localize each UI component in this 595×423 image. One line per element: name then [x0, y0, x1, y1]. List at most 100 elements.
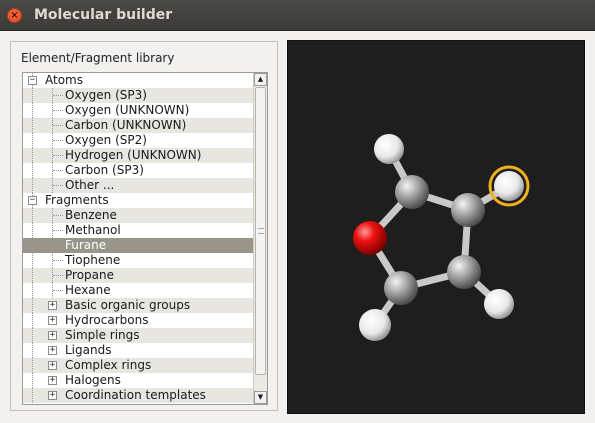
tree-guide-line: [32, 253, 33, 268]
library-tree[interactable]: − Atoms Oxygen (SP3) Oxygen (UNKNOWN) Carbon…: [22, 72, 268, 405]
oxygen-atom[interactable]: [353, 221, 387, 255]
tree-row[interactable]: + Halogens: [23, 373, 254, 388]
tree-row[interactable]: Carbon (UNKNOWN): [23, 118, 254, 133]
tree-row[interactable]: Methanol: [23, 223, 254, 238]
tree-row-label: Fragments: [45, 193, 109, 207]
tree-row[interactable]: Hydrogen (UNKNOWN): [23, 148, 254, 163]
tree-row-label: Hydrogen (UNKNOWN): [65, 148, 202, 162]
tree-guide-line: [32, 178, 33, 193]
tree-guide-line: [32, 283, 33, 298]
tree-guide-line: [32, 343, 33, 358]
tree-row-label: Benzene: [65, 208, 117, 222]
tree-guide-line: [32, 223, 33, 238]
tree-row[interactable]: + Complex rings: [23, 358, 254, 373]
hydrogen-atom-selected[interactable]: [494, 171, 524, 201]
tree-row[interactable]: − Fragments: [23, 193, 254, 208]
tree-row-label: Tiophene: [65, 253, 121, 267]
tree-row[interactable]: Hexane: [23, 283, 254, 298]
tree-guide-line: [53, 290, 63, 291]
tree-guide-line: [53, 110, 63, 111]
tree-guide-line: [53, 155, 63, 156]
tree-row[interactable]: Propane: [23, 268, 254, 283]
tree-row[interactable]: Oxygen (SP3): [23, 88, 254, 103]
tree-row[interactable]: + Coordination templates: [23, 388, 254, 403]
tree-guide-line: [53, 125, 63, 126]
tree-row-label: Oxygen (SP3): [65, 88, 147, 102]
tree-guide-line: [32, 88, 33, 103]
library-panel: Element/Fragment library − Atoms Oxygen (S…: [10, 41, 278, 411]
tree-row-label: Carbon (UNKNOWN): [65, 118, 187, 132]
collapse-icon[interactable]: −: [28, 76, 37, 85]
hydrogen-atom[interactable]: [484, 289, 514, 319]
tree-row-label: Simple rings: [65, 328, 140, 342]
tree-row[interactable]: Carbon (SP3): [23, 163, 254, 178]
title-bar: × Molecular builder: [0, 0, 595, 31]
window-title: Molecular builder: [34, 7, 173, 23]
vertical-scrollbar[interactable]: ▲ ▼: [253, 73, 267, 404]
tree-row[interactable]: + Hydrocarbons: [23, 313, 254, 328]
tree-row-label: Complex rings: [65, 358, 152, 372]
expand-icon[interactable]: +: [48, 316, 57, 325]
grip-icon: [258, 228, 264, 234]
expand-icon[interactable]: +: [48, 301, 57, 310]
tree-guide-line: [53, 185, 63, 186]
tree-guide-line: [32, 163, 33, 178]
tree-guide-line: [53, 170, 63, 171]
tree-guide-line: [32, 118, 33, 133]
hydrogen-atom[interactable]: [359, 309, 391, 341]
tree-guide-line: [32, 103, 33, 118]
tree-row-label: Other ...: [65, 178, 115, 192]
tree-row-label: Ligands: [65, 343, 112, 357]
tree-guide-line: [53, 215, 63, 216]
tree-row[interactable]: − Atoms: [23, 73, 254, 88]
tree-row-label: Methanol: [65, 223, 121, 237]
tree-row[interactable]: + Simple rings: [23, 328, 254, 343]
expand-icon[interactable]: +: [48, 391, 57, 400]
tree-row-label: Oxygen (SP2): [65, 133, 147, 147]
molecule-canvas[interactable]: [288, 41, 584, 413]
tree-row-label: Carbon (SP3): [65, 163, 144, 177]
tree-guide-line: [32, 328, 33, 343]
expand-icon[interactable]: +: [48, 346, 57, 355]
tree-guide-line: [53, 245, 63, 246]
expand-icon[interactable]: +: [48, 331, 57, 340]
tree-row[interactable]: + Ligands: [23, 343, 254, 358]
tree-row-label: Hexane: [65, 283, 111, 297]
carbon-atom[interactable]: [395, 175, 429, 209]
tree-row-label: Oxygen (UNKNOWN): [65, 103, 190, 117]
tree-guide-line: [32, 298, 33, 313]
carbon-atom[interactable]: [384, 271, 418, 305]
tree-guide-line: [32, 358, 33, 373]
tree-guide-line: [32, 373, 33, 388]
scroll-up-arrow-icon[interactable]: ▲: [254, 73, 267, 86]
tree-row[interactable]: Furane: [23, 238, 254, 253]
scroll-thumb[interactable]: [255, 87, 266, 375]
close-icon[interactable]: ×: [7, 8, 22, 23]
molecule-viewer[interactable]: [287, 40, 585, 414]
tree-guide-line: [32, 148, 33, 163]
tree-guide-line: [53, 260, 63, 261]
tree-row-label: Hydrocarbons: [65, 313, 149, 327]
tree-row[interactable]: Benzene: [23, 208, 254, 223]
tree-guide-line: [32, 133, 33, 148]
tree-row-label: Propane: [65, 268, 114, 282]
carbon-atom[interactable]: [447, 255, 481, 289]
expand-icon[interactable]: +: [48, 361, 57, 370]
expand-icon[interactable]: +: [48, 376, 57, 385]
tree-guide-line: [32, 238, 33, 253]
tree-guide-line: [32, 268, 33, 283]
scroll-down-arrow-icon[interactable]: ▼: [254, 391, 267, 404]
tree-guide-line: [32, 388, 33, 403]
tree-row-label: Basic organic groups: [65, 298, 191, 312]
tree-row[interactable]: Other ...: [23, 178, 254, 193]
tree-guide-line: [53, 140, 63, 141]
tree-row[interactable]: Oxygen (UNKNOWN): [23, 103, 254, 118]
carbon-atom[interactable]: [451, 193, 485, 227]
tree-row[interactable]: Oxygen (SP2): [23, 133, 254, 148]
tree-row[interactable]: + Basic organic groups: [23, 298, 254, 313]
collapse-icon[interactable]: −: [28, 196, 37, 205]
tree-guide-line: [53, 275, 63, 276]
hydrogen-atom[interactable]: [374, 134, 404, 164]
tree-row[interactable]: Tiophene: [23, 253, 254, 268]
tree-guide-line: [53, 95, 63, 96]
